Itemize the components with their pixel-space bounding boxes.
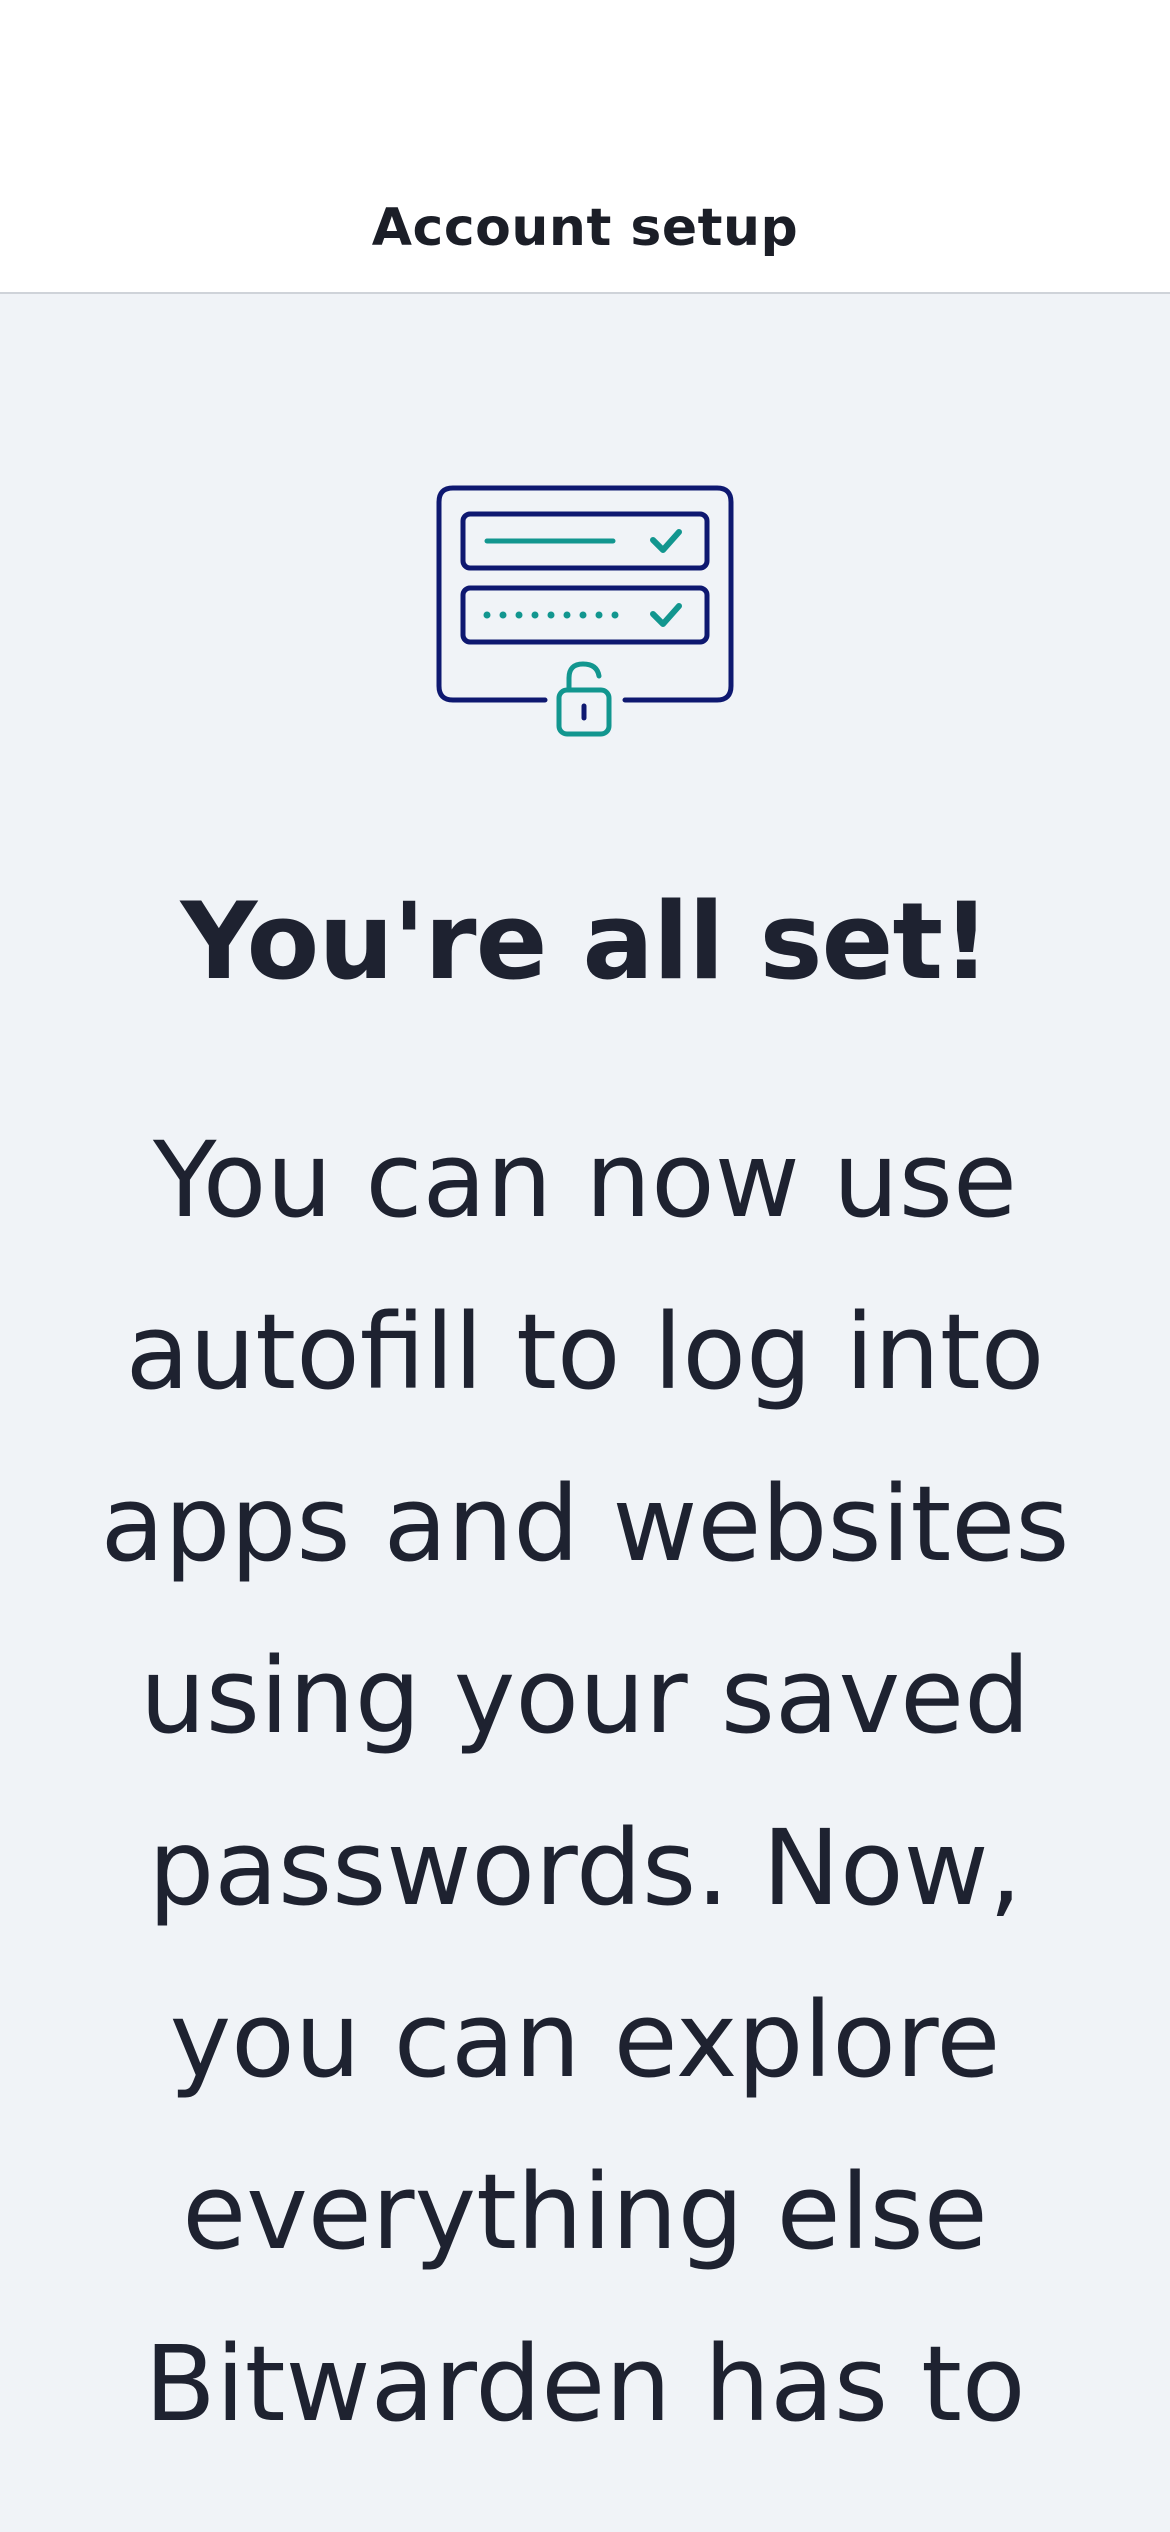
password-autofill-unlocked-icon (436, 485, 734, 737)
success-description: You can now use autofill to log into app… (100, 1119, 1070, 2445)
top-bar: Account setup (0, 0, 1170, 294)
setup-complete-screen: You're all set! You can now use autofill… (0, 294, 1170, 2532)
success-headline: You're all set! (180, 880, 991, 1003)
page-title: Account setup (371, 198, 799, 258)
